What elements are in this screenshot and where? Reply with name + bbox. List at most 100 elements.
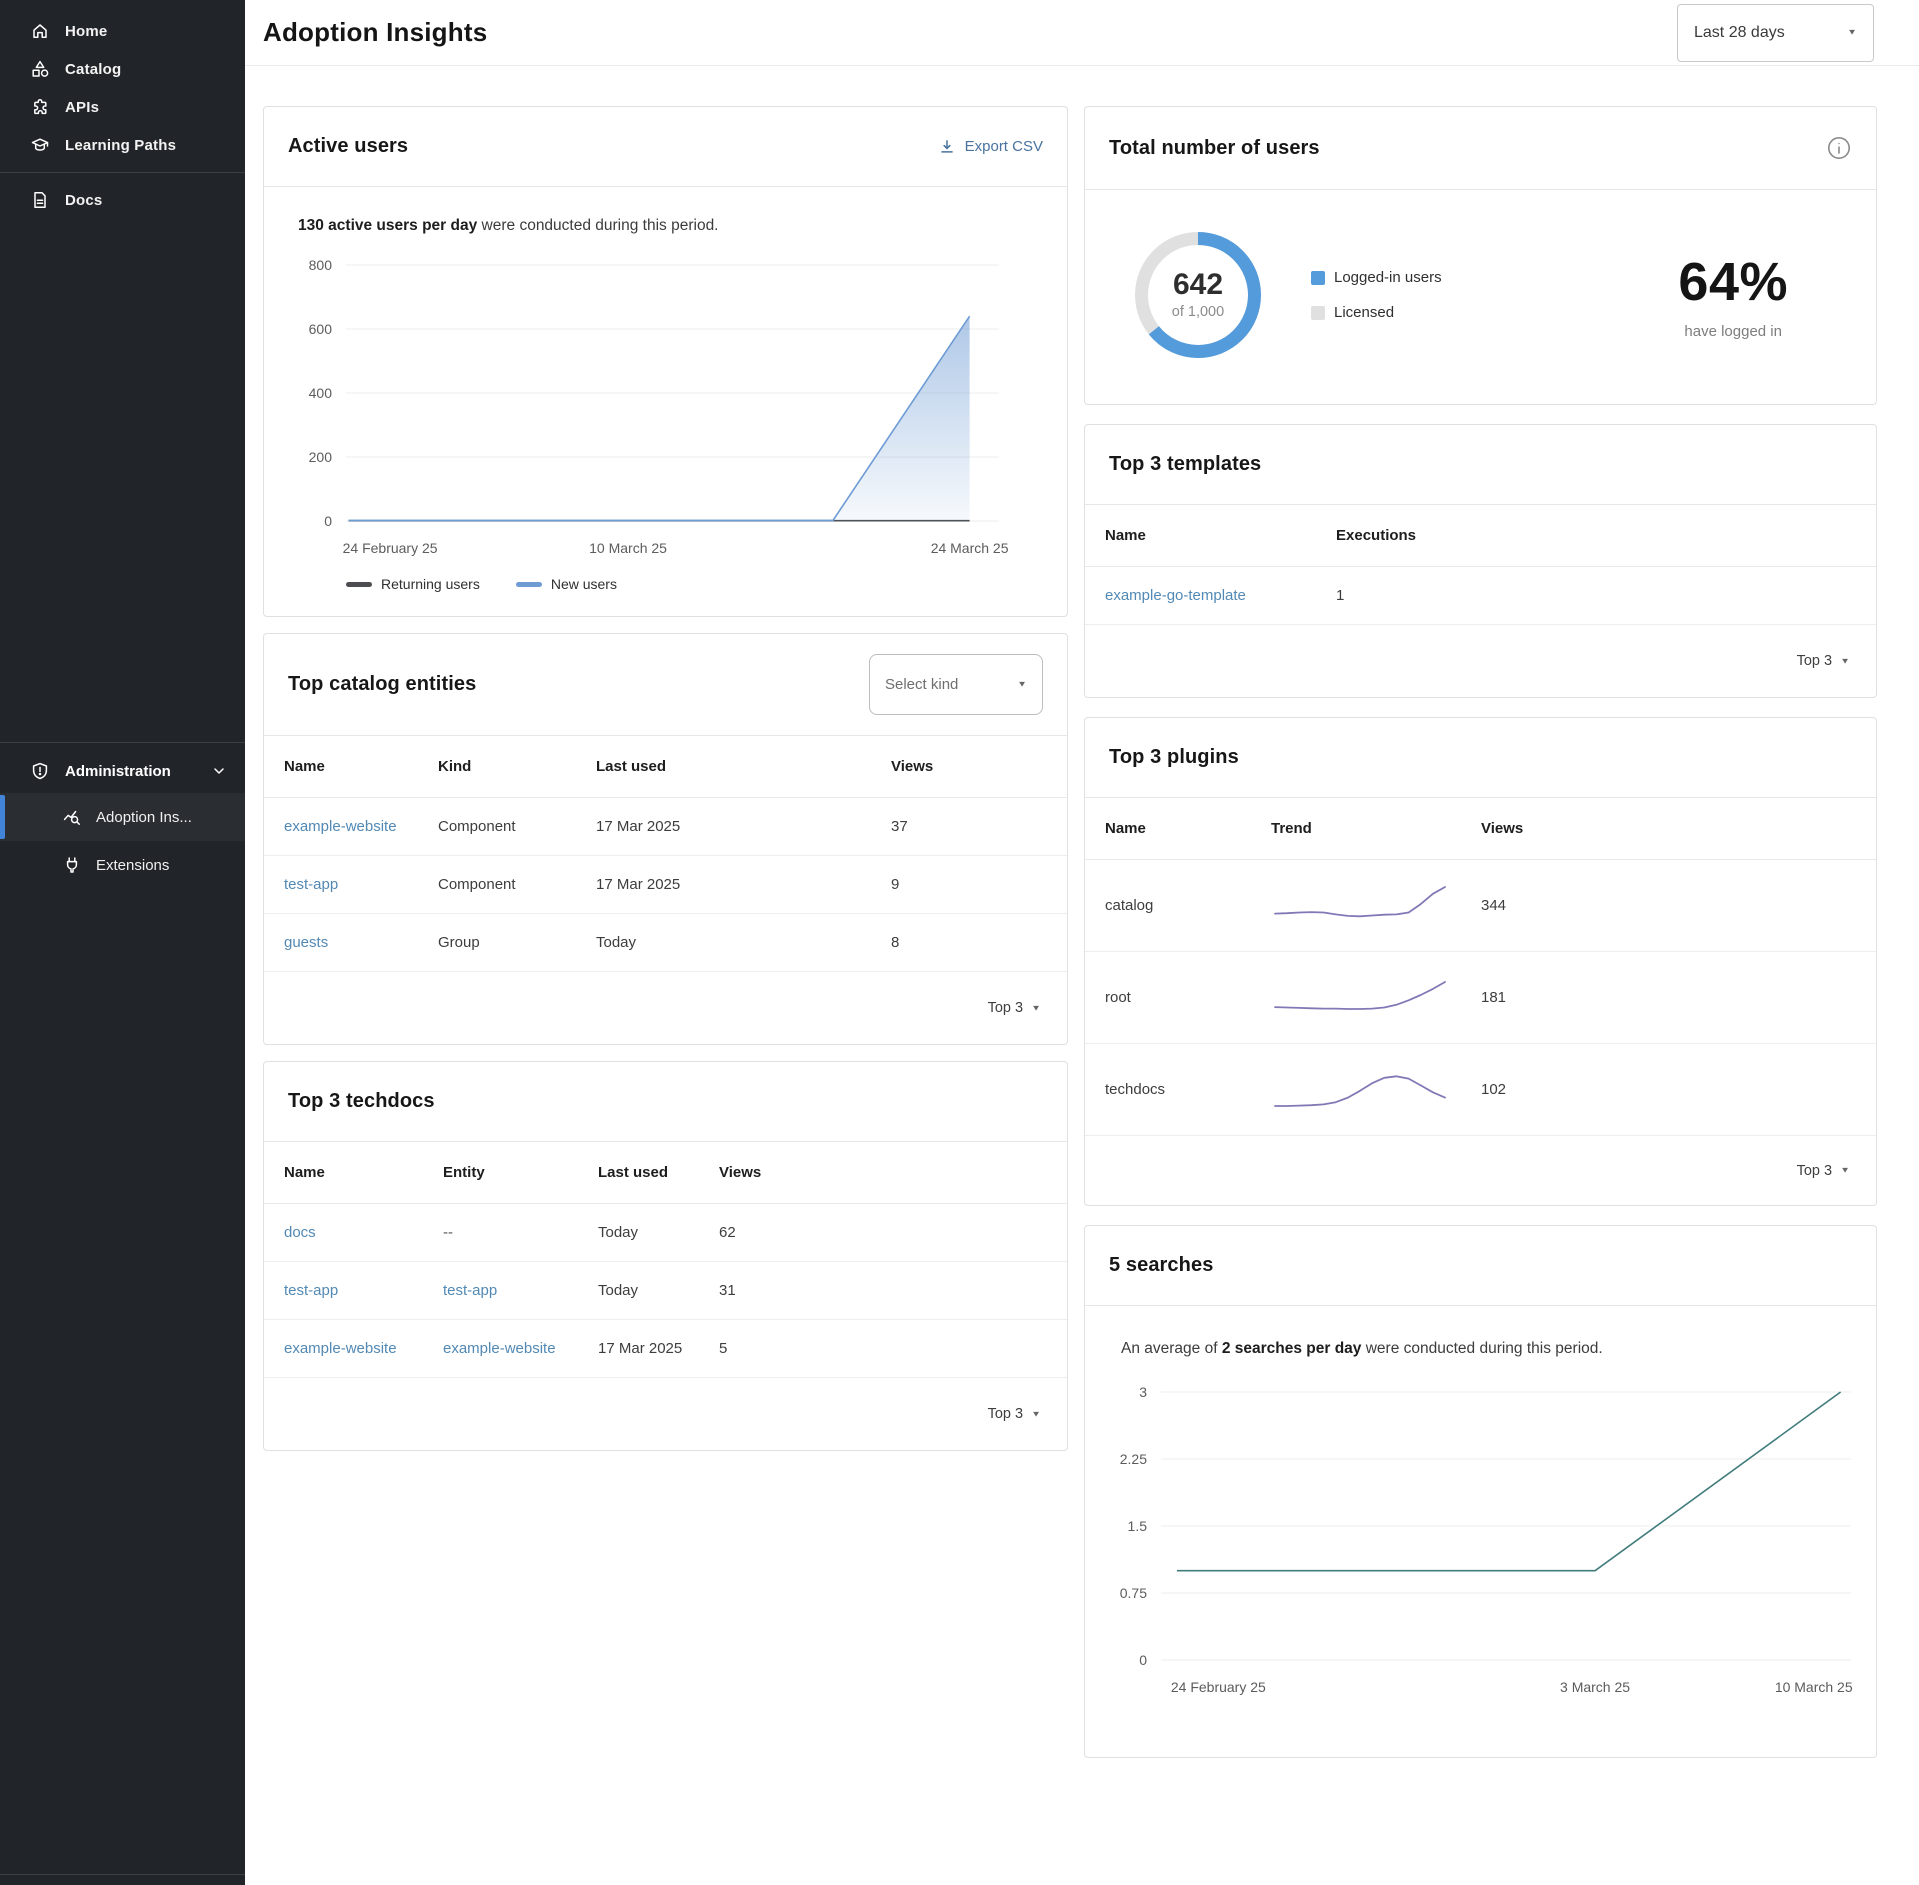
table-row: example-website Component 17 Mar 2025 37 [264, 798, 1067, 856]
techdoc-link[interactable]: example-website [284, 1340, 443, 1357]
rows-per-page-dropdown[interactable]: Top 3▼ [1797, 1163, 1850, 1179]
svg-text:24 March 25: 24 March 25 [931, 540, 1009, 556]
chevron-down-icon [211, 763, 227, 779]
sidebar-item-catalog[interactable]: Catalog [0, 50, 245, 88]
caret-down-icon: ▼ [1017, 680, 1027, 689]
rows-per-page-dropdown[interactable]: Top 3▼ [988, 1000, 1041, 1016]
top-techdocs-card: Top 3 techdocs Name Entity Last used Vie… [263, 1061, 1068, 1451]
template-link[interactable]: example-go-template [1105, 587, 1336, 604]
card-title: Top 3 templates [1109, 453, 1261, 476]
table-row: guests Group Today 8 [264, 914, 1067, 972]
svg-text:3: 3 [1139, 1384, 1147, 1400]
table-header: Name Kind Last used Views [264, 736, 1067, 798]
donut-center-value: 642 [1173, 268, 1223, 301]
table-row: test-app Component 17 Mar 2025 9 [264, 856, 1067, 914]
sidebar-divider [0, 172, 245, 173]
searches-card: 5 searches An average of 2 searches per … [1084, 1225, 1877, 1758]
trend-sparkline [1271, 1067, 1449, 1113]
caret-down-icon: ▼ [1847, 28, 1857, 37]
sidebar: Home Catalog APIs Learning Paths Docs Ad… [0, 0, 245, 1885]
entity-link[interactable]: guests [284, 934, 438, 951]
sidebar-item-adoption-insights[interactable]: Adoption Ins... [0, 793, 245, 841]
techdoc-link[interactable]: docs [284, 1224, 443, 1241]
caret-down-icon: ▼ [1840, 1166, 1850, 1175]
docs-icon [30, 190, 50, 210]
sidebar-item-extensions[interactable]: Extensions [0, 841, 245, 889]
export-csv-button[interactable]: Export CSV [938, 138, 1043, 156]
svg-text:0: 0 [1139, 1652, 1147, 1668]
table-footer: Top 3▼ [1085, 1136, 1876, 1205]
rows-per-page-dropdown[interactable]: Top 3▼ [988, 1406, 1041, 1422]
active-users-chart: 020040060080024 February 2510 March 2524… [288, 249, 1043, 572]
donut-center-caption: of 1,000 [1172, 304, 1224, 320]
entity-link[interactable]: test-app [284, 876, 438, 893]
svg-text:10 March 25: 10 March 25 [589, 540, 667, 556]
logged-in-swatch [1311, 271, 1325, 285]
sidebar-item-administration[interactable]: Administration [0, 749, 245, 793]
trend-sparkline [1271, 883, 1449, 929]
active-users-subtitle: 130 active users per day were conducted … [298, 217, 1043, 235]
svg-text:800: 800 [309, 257, 333, 273]
caret-down-icon: ▼ [1031, 1410, 1041, 1419]
home-icon [30, 21, 50, 41]
entity-link[interactable]: example-website [443, 1340, 598, 1357]
table-footer: Top 3▼ [264, 1378, 1067, 1450]
table-row: root 181 [1085, 952, 1876, 1044]
searches-subtitle: An average of 2 searches per day were co… [1121, 1340, 1852, 1358]
plug-icon [62, 855, 82, 875]
caret-down-icon: ▼ [1031, 1004, 1041, 1013]
info-icon[interactable] [1826, 135, 1852, 161]
sidebar-item-home[interactable]: Home [0, 12, 245, 50]
table-row: test-app test-app Today 31 [264, 1262, 1067, 1320]
query-stats-icon [62, 807, 82, 827]
sidebar-item-label: Extensions [96, 857, 169, 874]
svg-text:10 March 25: 10 March 25 [1775, 1679, 1853, 1695]
card-title: Total number of users [1109, 137, 1320, 160]
page-header: Adoption Insights Last 28 days ▼ [245, 0, 1919, 66]
select-kind-dropdown[interactable]: Select kind ▼ [869, 654, 1043, 715]
sidebar-item-docs[interactable]: Docs [0, 181, 245, 219]
svg-text:24 February 25: 24 February 25 [1171, 1679, 1266, 1695]
svg-text:0.75: 0.75 [1120, 1585, 1147, 1601]
techdoc-link[interactable]: test-app [284, 1282, 443, 1299]
card-title: Top 3 techdocs [288, 1090, 435, 1113]
svg-text:24 February 25: 24 February 25 [343, 540, 438, 556]
top-templates-card: Top 3 templates Name Executions example-… [1084, 424, 1877, 698]
returning-users-swatch [346, 582, 372, 587]
svg-text:400: 400 [309, 385, 333, 401]
sidebar-item-label: Learning Paths [65, 137, 176, 154]
date-range-select[interactable]: Last 28 days ▼ [1677, 4, 1874, 62]
sidebar-item-apis[interactable]: APIs [0, 88, 245, 126]
licensed-swatch [1311, 306, 1325, 320]
users-legend: Logged-in users Licensed [1311, 269, 1442, 321]
apis-icon [30, 97, 50, 117]
date-range-value: Last 28 days [1694, 24, 1785, 42]
learning-paths-icon [30, 135, 50, 155]
logged-in-percent-block: 64% have logged in [1678, 251, 1788, 340]
card-title: Active users [288, 135, 408, 158]
svg-text:0: 0 [324, 513, 332, 529]
entity-link[interactable]: example-website [284, 818, 438, 835]
entity-link[interactable]: test-app [443, 1282, 598, 1299]
sidebar-item-label: APIs [65, 99, 99, 116]
sidebar-item-label: Catalog [65, 61, 121, 78]
logged-in-percent: 64% [1678, 251, 1788, 313]
svg-text:1.5: 1.5 [1128, 1518, 1148, 1534]
top-plugins-card: Top 3 plugins Name Trend Views catalog 3… [1084, 717, 1877, 1206]
searches-chart: 0 0.75 1.5 2.25 3 24 February 25 3 March 25 10 … [1109, 1376, 1852, 1717]
catalog-icon [30, 59, 50, 79]
table-row: techdocs 102 [1085, 1044, 1876, 1136]
table-footer: Top 3▼ [1085, 625, 1876, 697]
card-title: 5 searches [1109, 1254, 1213, 1277]
sidebar-divider [0, 742, 245, 743]
svg-text:2.25: 2.25 [1120, 1451, 1147, 1467]
rows-per-page-dropdown[interactable]: Top 3▼ [1797, 653, 1850, 669]
svg-text:200: 200 [309, 449, 333, 465]
table-row: docs -- Today 62 [264, 1204, 1067, 1262]
svg-text:3 March 25: 3 March 25 [1560, 1679, 1630, 1695]
card-title: Top 3 plugins [1109, 746, 1239, 769]
sidebar-item-learning-paths[interactable]: Learning Paths [0, 126, 245, 164]
new-users-swatch [516, 582, 542, 587]
export-csv-label: Export CSV [965, 138, 1043, 155]
total-users-card: Total number of users 642 of 1,000 [1084, 106, 1877, 405]
